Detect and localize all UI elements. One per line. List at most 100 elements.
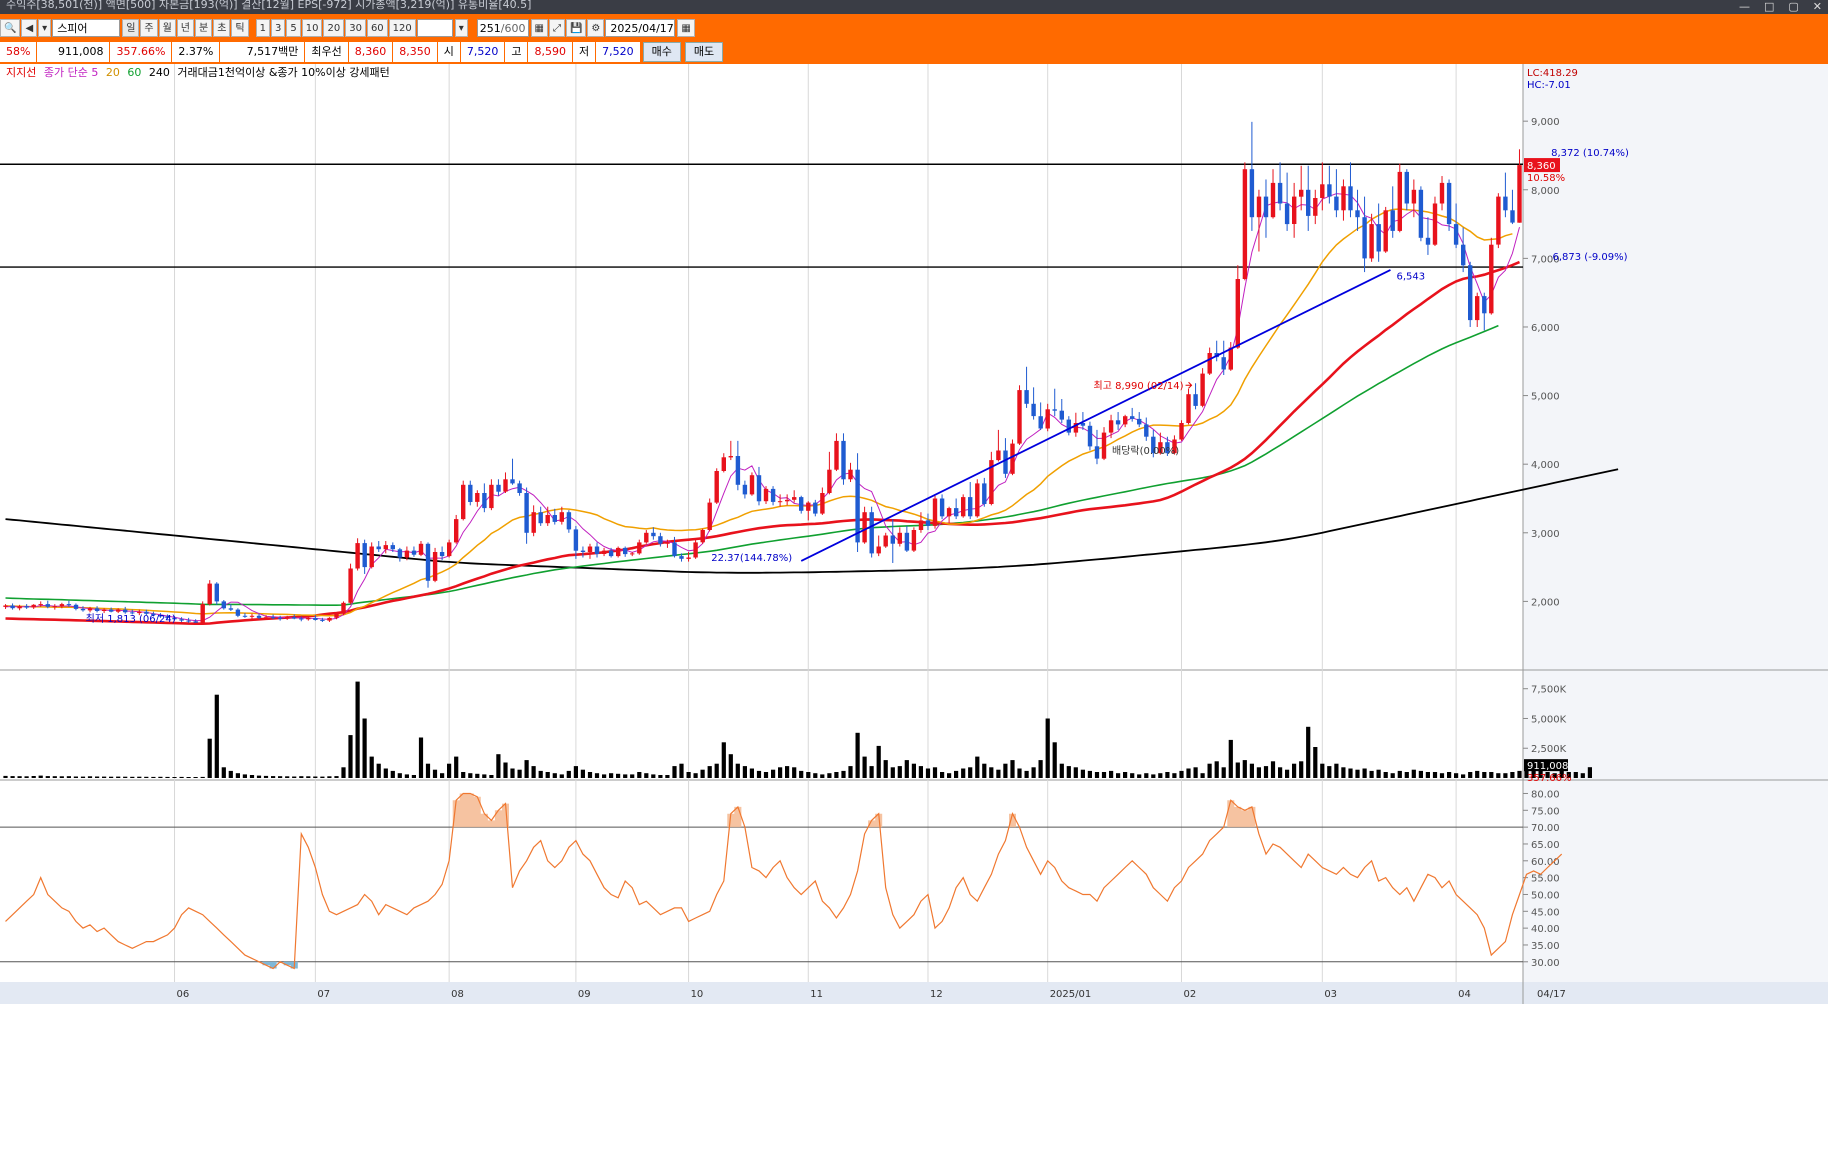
candle-body xyxy=(306,617,311,620)
candle-body xyxy=(834,440,839,470)
best-bid: 8,350 xyxy=(393,42,437,62)
support-label: 6,873 (-9.09%) xyxy=(1553,252,1628,263)
interval-20[interactable]: 20 xyxy=(323,19,345,37)
save-icon[interactable]: 💾 xyxy=(565,19,587,37)
candle-body xyxy=(1038,416,1043,429)
volume-bar xyxy=(1137,774,1142,778)
zoom-icon[interactable]: ⤢ xyxy=(548,19,565,37)
buy-button[interactable]: 매수 xyxy=(642,42,681,62)
volume-bar xyxy=(1263,766,1269,778)
interval-120[interactable]: 120 xyxy=(388,19,416,37)
calendar-icon[interactable]: ▦ xyxy=(677,19,695,37)
candle-body xyxy=(116,609,121,612)
interval-60[interactable]: 60 xyxy=(366,19,388,37)
candle-body xyxy=(658,536,663,544)
candle-body xyxy=(1137,418,1142,425)
period-second[interactable]: 초 xyxy=(213,19,231,37)
candle-body xyxy=(651,532,656,537)
interval-30[interactable]: 30 xyxy=(345,19,366,37)
interval-3[interactable]: 3 xyxy=(270,19,286,37)
candle-body xyxy=(1503,196,1508,211)
volume-bar xyxy=(721,742,726,778)
volume-bar xyxy=(510,768,515,778)
volume-bar xyxy=(10,776,15,778)
x-tick-label: 02 xyxy=(1183,989,1196,1000)
rsi-tick-label: 30.00 xyxy=(1531,958,1560,969)
volume-bar xyxy=(630,774,635,778)
candle-body xyxy=(362,543,367,568)
restore-icon[interactable]: □ xyxy=(1764,0,1774,13)
trade-amount: 7,517백만 xyxy=(220,42,305,62)
period-minute[interactable]: 분 xyxy=(195,19,213,37)
close-icon[interactable]: ✕ xyxy=(1813,0,1822,13)
volume-bar xyxy=(1214,761,1219,778)
candle-body xyxy=(756,475,762,502)
candle-body xyxy=(17,606,22,609)
search-icon[interactable]: 🔍 xyxy=(0,19,21,37)
candle-body xyxy=(1200,373,1205,406)
volume-bar xyxy=(158,776,163,778)
volume-bar xyxy=(1116,773,1121,778)
date-field[interactable]: 2025/04/17 xyxy=(605,19,676,37)
candle-body xyxy=(1045,409,1050,429)
volume-bar xyxy=(1278,767,1283,778)
best-ask: 8,360 xyxy=(348,42,393,62)
high-label: 고 xyxy=(505,42,528,62)
volume-bar xyxy=(376,763,381,778)
period-tick[interactable]: 틱 xyxy=(231,19,249,37)
volume-bar xyxy=(228,770,233,778)
candle-body xyxy=(749,475,755,495)
x-tick-label: 06 xyxy=(177,989,190,1000)
stock-name-field[interactable]: 스피어 xyxy=(52,19,121,37)
volume-bar xyxy=(538,770,543,778)
prev-pct: 58% xyxy=(0,42,37,62)
volume-bar xyxy=(1249,763,1254,778)
volume-bar xyxy=(1306,726,1311,778)
interval-10[interactable]: 10 xyxy=(301,19,323,37)
toolbar: 🔍 ◀ ▾ 스피어 일 주 월 년 분 초 틱 1 3 5 10 20 30 6… xyxy=(0,14,1828,64)
period-day[interactable]: 일 xyxy=(122,19,140,37)
maximize-icon[interactable]: ▢ xyxy=(1788,0,1798,13)
x-tick-label: 2025/01 xyxy=(1050,989,1092,1000)
open-value: 7,520 xyxy=(460,42,505,62)
dropdown-icon[interactable]: ▾ xyxy=(38,19,52,37)
candle-body xyxy=(1186,394,1191,423)
volume-bar xyxy=(123,776,128,778)
volume-bar xyxy=(1517,770,1522,778)
volume-bar xyxy=(672,766,677,778)
candle-body xyxy=(109,609,114,612)
x-tick-label: 03 xyxy=(1324,989,1337,1000)
y-tick-label: 3,000 xyxy=(1531,529,1560,540)
sound-icon[interactable]: ◀ xyxy=(21,19,38,37)
candle-body xyxy=(376,546,381,550)
chart-type-icon[interactable]: ▦ xyxy=(530,19,548,37)
candle-body xyxy=(292,617,297,619)
minimize-icon[interactable]: — xyxy=(1739,0,1750,13)
count-field[interactable]: 251/600 xyxy=(476,19,529,37)
volume-bar xyxy=(17,776,22,778)
period-week[interactable]: 주 xyxy=(140,19,158,37)
candle-body xyxy=(341,602,346,614)
volume-bar xyxy=(59,776,64,778)
chevron-down-icon[interactable]: ▾ xyxy=(454,19,468,37)
price-chart[interactable]: 06 07 08 09 10 11 12 2025/01 02 03 04 04/17 9,000 8,0… xyxy=(0,64,1828,1168)
interval-5[interactable]: 5 xyxy=(286,19,301,37)
volume-bar xyxy=(735,763,740,778)
volume-bar xyxy=(904,760,909,778)
gear-icon[interactable]: ⚙ xyxy=(587,19,605,37)
period-year[interactable]: 년 xyxy=(176,19,194,37)
volume-bar xyxy=(235,773,240,778)
volume-bar xyxy=(404,774,409,778)
sell-button[interactable]: 매도 xyxy=(684,42,724,62)
interval-1[interactable]: 1 xyxy=(255,19,270,37)
candle-body xyxy=(862,512,867,543)
candle-body xyxy=(1284,203,1290,225)
volume-bar xyxy=(1299,761,1304,778)
period-month[interactable]: 월 xyxy=(158,19,176,37)
rsi-tick-label: 35.00 xyxy=(1531,941,1560,952)
volume-bar xyxy=(1031,767,1036,778)
volume-bar xyxy=(1193,767,1198,778)
interval-custom-field[interactable] xyxy=(416,19,453,37)
volume-bar xyxy=(1052,742,1057,778)
volume-ratio: 357.66% xyxy=(110,42,172,62)
